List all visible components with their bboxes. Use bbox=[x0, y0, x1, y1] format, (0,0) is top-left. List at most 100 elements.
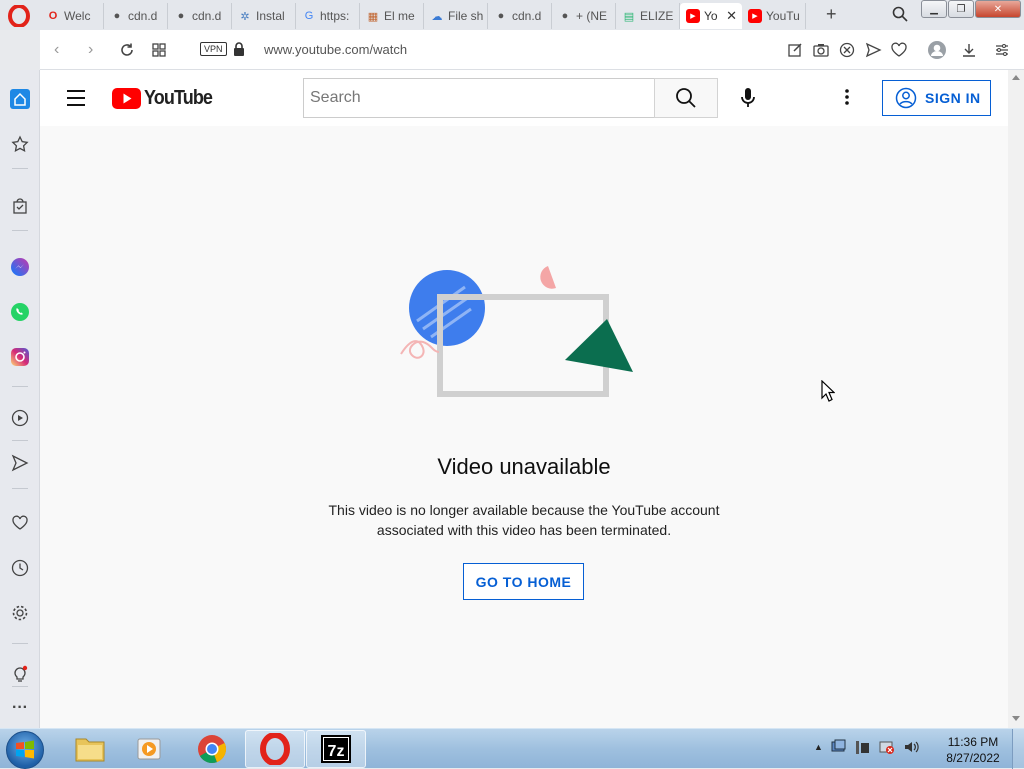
system-tray: ▲ bbox=[814, 739, 919, 755]
go-to-home-button[interactable]: GO TO HOME bbox=[463, 563, 584, 600]
speed-dial-icon[interactable] bbox=[150, 41, 168, 59]
taskbar-chrome[interactable] bbox=[182, 730, 242, 768]
vpn-badge[interactable]: VPN bbox=[200, 42, 227, 56]
url-field[interactable]: www.youtube.com/watch bbox=[264, 42, 407, 57]
opera-menu-icon[interactable] bbox=[8, 5, 30, 27]
microphone-icon bbox=[741, 88, 755, 107]
close-tab-icon[interactable]: ✕ bbox=[726, 8, 737, 24]
tab-label: YouTu bbox=[766, 9, 800, 23]
easy-setup-icon[interactable] bbox=[993, 41, 1011, 59]
personal-news-heart-icon[interactable] bbox=[10, 513, 30, 533]
network-error-icon[interactable] bbox=[879, 739, 895, 755]
bookmarks-icon[interactable] bbox=[10, 134, 30, 154]
heart-icon[interactable] bbox=[890, 41, 908, 59]
browser-tab[interactable]: ● + (NE bbox=[552, 3, 616, 29]
window-controls: ▁ ❐ ✕ bbox=[921, 0, 1022, 18]
home-icon[interactable] bbox=[10, 89, 30, 109]
more-options-icon[interactable]: ··· bbox=[10, 698, 30, 718]
scroll-down-arrow-icon[interactable] bbox=[1012, 716, 1020, 722]
edit-icon[interactable] bbox=[786, 41, 804, 59]
tab-label: cdn.d bbox=[192, 9, 222, 23]
player-icon[interactable] bbox=[10, 408, 30, 428]
shopping-bag-icon[interactable] bbox=[10, 196, 30, 216]
network-monitor-icon[interactable] bbox=[831, 739, 847, 755]
taskbar-media-player[interactable] bbox=[120, 730, 180, 768]
new-tab-button[interactable]: + bbox=[826, 4, 837, 25]
volume-icon[interactable] bbox=[903, 739, 919, 755]
show-desktop-button[interactable] bbox=[1012, 729, 1024, 769]
sign-in-button[interactable]: SIGN IN bbox=[882, 80, 991, 116]
reload-icon[interactable] bbox=[118, 41, 136, 59]
voice-search-button[interactable] bbox=[730, 80, 766, 116]
send-icon[interactable] bbox=[864, 41, 882, 59]
more-options-vertical-icon[interactable] bbox=[844, 88, 850, 106]
taskbar-opera[interactable] bbox=[245, 730, 305, 768]
browser-tab[interactable]: ● cdn.d bbox=[488, 3, 552, 29]
start-button[interactable] bbox=[6, 731, 44, 769]
page-icon: ▦ bbox=[367, 10, 379, 23]
whatsapp-icon[interactable] bbox=[10, 302, 30, 322]
youtube-header: YouTube Search SIGN IN bbox=[40, 70, 1008, 126]
clock-time: 11:36 PM bbox=[947, 735, 999, 749]
tab-label: File sh bbox=[448, 9, 484, 23]
show-hidden-icons-icon[interactable]: ▲ bbox=[814, 742, 823, 752]
globe-icon: ● bbox=[561, 10, 569, 22]
tips-lightbulb-icon[interactable] bbox=[10, 664, 30, 684]
tab-label: cdn.d bbox=[128, 9, 158, 23]
search-button[interactable] bbox=[654, 78, 718, 118]
browser-tab[interactable]: ☁ File sh bbox=[424, 3, 488, 29]
instagram-icon[interactable] bbox=[10, 347, 30, 367]
tab-label: Welc bbox=[64, 9, 91, 23]
tab-label: El me bbox=[384, 9, 415, 23]
page-scrollbar[interactable] bbox=[1008, 70, 1024, 728]
browser-tab[interactable]: ● cdn.d bbox=[104, 3, 168, 29]
browser-tab[interactable]: ▶ YouTu bbox=[742, 3, 806, 29]
folder-icon bbox=[75, 738, 105, 762]
windows-taskbar: 7z ▲ 11:36 PM 8/27/2022 bbox=[0, 728, 1024, 769]
globe-icon: ● bbox=[177, 10, 185, 22]
profile-icon[interactable] bbox=[927, 40, 947, 60]
forward-button[interactable]: › bbox=[88, 41, 93, 59]
history-clock-icon[interactable] bbox=[10, 558, 30, 578]
browser-tab[interactable]: ✲ Instal bbox=[232, 3, 296, 29]
browser-tab[interactable]: Ghttps: bbox=[296, 3, 360, 29]
minimize-button[interactable]: ▁ bbox=[921, 0, 947, 18]
settings-gear-icon[interactable] bbox=[10, 603, 30, 623]
tab-search-icon[interactable] bbox=[892, 6, 908, 22]
lock-icon[interactable] bbox=[232, 41, 246, 57]
scroll-up-arrow-icon[interactable] bbox=[1012, 74, 1020, 80]
close-window-button[interactable]: ✕ bbox=[975, 0, 1021, 18]
tab-label: ELIZE bbox=[640, 9, 674, 23]
flow-send-icon[interactable] bbox=[10, 453, 30, 473]
taskbar-7zip[interactable]: 7z bbox=[306, 730, 366, 768]
browser-tab[interactable]: O Welc bbox=[40, 3, 104, 29]
restore-button[interactable]: ❐ bbox=[948, 0, 974, 18]
browser-tab[interactable]: ▤ ELIZE bbox=[616, 3, 680, 29]
taskbar-clock[interactable]: 11:36 PM 8/27/2022 bbox=[940, 734, 1006, 766]
tab-strip: O Welc ● cdn.d ● cdn.d ✲ Instal Ghttps: ▦ El me ☁ Fi… bbox=[40, 3, 806, 30]
youtube-icon: ▶ bbox=[686, 9, 700, 23]
browser-tab[interactable]: ▶ Yo ✕ bbox=[680, 3, 742, 29]
search-input[interactable]: Search bbox=[303, 78, 655, 118]
clock-date: 8/27/2022 bbox=[946, 751, 1000, 765]
browser-tab[interactable]: ▦ El me bbox=[360, 3, 424, 29]
seven-zip-icon: 7z bbox=[321, 735, 351, 763]
camera-icon[interactable] bbox=[812, 41, 830, 59]
tab-label: + (NE bbox=[576, 9, 608, 23]
adblock-icon[interactable] bbox=[838, 41, 856, 59]
opera-icon: O bbox=[48, 10, 58, 22]
back-button[interactable]: ‹ bbox=[54, 41, 59, 59]
taskbar-file-explorer[interactable] bbox=[60, 730, 120, 768]
browser-tab[interactable]: ● cdn.d bbox=[168, 3, 232, 29]
download-icon[interactable] bbox=[960, 41, 978, 59]
youtube-logo[interactable]: YouTube bbox=[112, 87, 220, 110]
action-center-flag-icon[interactable] bbox=[855, 739, 871, 755]
media-player-icon bbox=[137, 738, 161, 760]
hamburger-menu-icon[interactable] bbox=[67, 89, 87, 107]
messenger-icon[interactable] bbox=[10, 257, 30, 277]
error-title: Video unavailable bbox=[437, 454, 611, 479]
opera-sidebar: ··· bbox=[0, 70, 40, 728]
mouse-cursor-icon bbox=[821, 380, 835, 402]
account-circle-icon bbox=[895, 87, 917, 109]
google-icon: G bbox=[304, 10, 314, 22]
